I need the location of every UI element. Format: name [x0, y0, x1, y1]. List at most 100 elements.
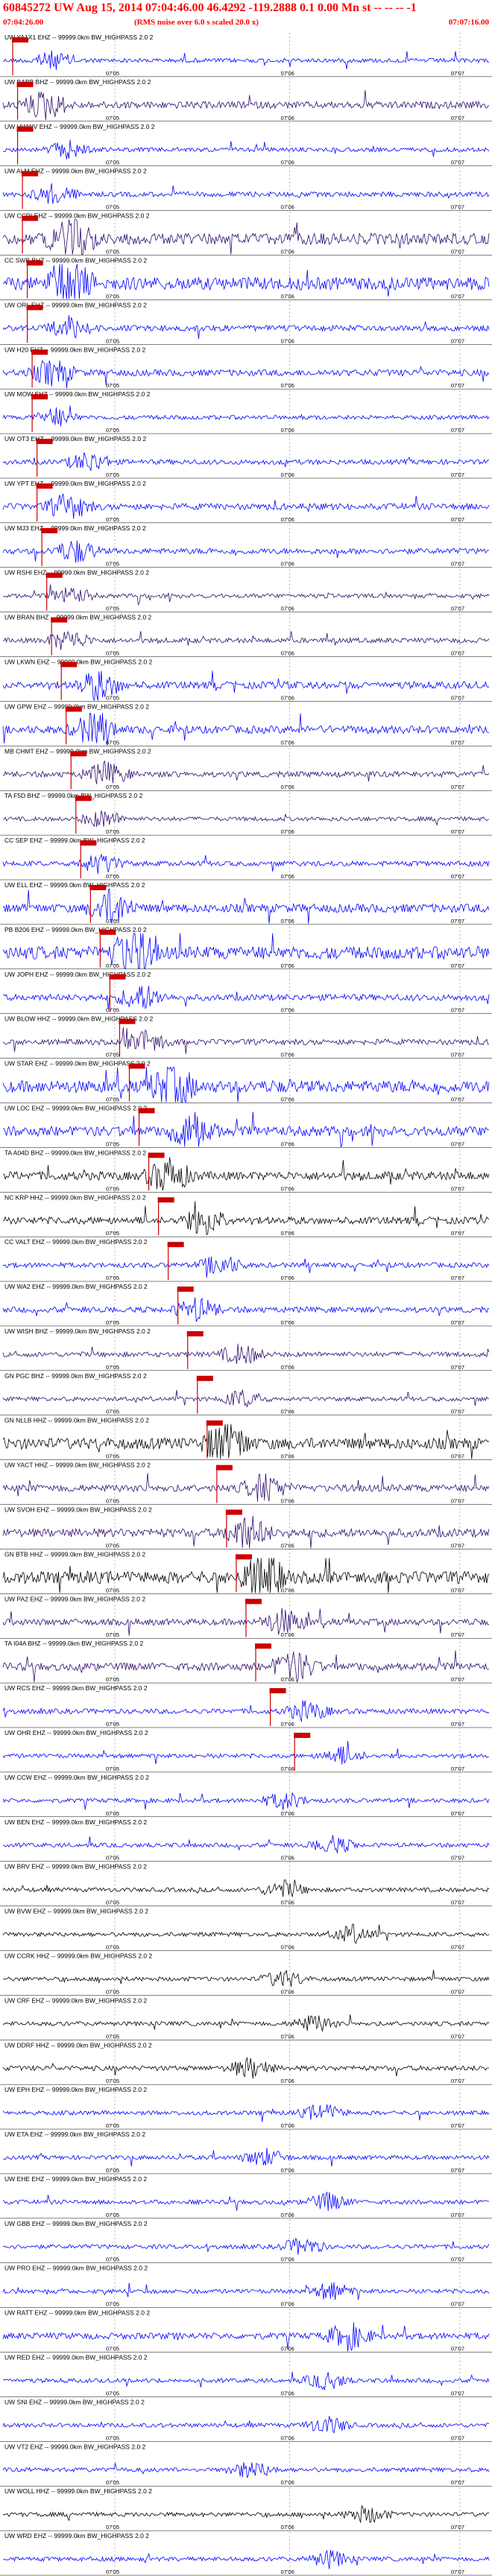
waveform [2, 1650, 490, 1683]
time-tick-label: 07'06 [281, 1364, 294, 1371]
time-tick-label: 07'07 [451, 2212, 464, 2218]
channel-trace: UW BVW EHZ -- 99999.0km BW_HIGHPASS 2.0 … [0, 1908, 492, 1951]
phase-pick-marker [16, 126, 34, 132]
time-tick-label: 07'07 [451, 337, 464, 344]
waveform [2, 1558, 490, 1593]
time-tick-label: 07'06 [281, 1631, 294, 1638]
phase-pick-marker [235, 1554, 252, 1560]
waveform [2, 540, 490, 563]
time-tick-label: 07'07 [451, 1721, 464, 1728]
phase-pick-marker [41, 527, 58, 533]
waveform [2, 2282, 490, 2300]
time-tick-label: 07'05 [106, 606, 119, 612]
waveform [2, 1473, 490, 1502]
time-tick-label: 07'05 [106, 1587, 119, 1593]
waveform [2, 183, 490, 204]
time-tick-label: 07'06 [281, 739, 294, 746]
time-tick-label: 07'07 [451, 1096, 464, 1103]
channel-trace: UW EPH EHZ -- 99999.0km BW_HIGHPASS 2.0 … [0, 2086, 492, 2130]
time-tick-label: 07'06 [281, 1052, 294, 1059]
time-tick-label: 07'07 [451, 739, 464, 746]
channel-label: UW MOW EHZ -- 99999.0km BW_HIGHPASS 2.0 … [4, 390, 151, 398]
time-tick-label: 07'05 [106, 1676, 119, 1683]
time-tick-label: 07'06 [281, 472, 294, 478]
channel-trace: UW WOLL HHZ -- 99999.0km BW_HIGHPASS 2.0… [0, 2487, 492, 2531]
channel-label: GN PGC BHZ -- 99999.0km BW_HIGHPASS 2.0 … [4, 1372, 147, 1380]
time-tick-label: 07'06 [281, 1230, 294, 1237]
channel-label: UW CCRK HHZ -- 99999.0km BW_HIGHPASS 2.0… [4, 1952, 152, 1959]
time-tick-label: 07'05 [106, 2569, 119, 2575]
channel-label: UW PRO EHZ -- 99999.0km BW_HIGHPASS 2.0 … [4, 2265, 148, 2272]
phase-pick-marker [70, 751, 87, 757]
channel-trace: TA A04D BHZ -- 99999.0km BW_HIGHPASS 2.0… [0, 1149, 492, 1193]
time-tick-label: 07'07 [451, 1230, 464, 1237]
time-tick-label: 07'06 [281, 1007, 294, 1014]
channel-trace: UW WISH BHZ -- 99999.0km BW_HIGHPASS 2.0… [0, 1327, 492, 1371]
time-tick-label: 07'07 [451, 1631, 464, 1638]
waveform [2, 1424, 490, 1459]
time-tick-label: 07'05 [106, 694, 119, 701]
channel-label: UW RED EHZ -- 99999.0km BW_HIGHPASS 2.0 … [4, 2354, 148, 2361]
channel-trace: UW WRD EHZ -- 99999.0km BW_HIGHPASS 2.0 … [0, 2532, 492, 2576]
time-tick-label: 07'06 [281, 115, 294, 121]
phase-pick-marker [31, 394, 48, 400]
time-tick-label: 07'06 [281, 2078, 294, 2084]
channel-trace: UW BABB BHZ -- 99999.0km BW_HIGHPASS 2.0… [0, 78, 492, 122]
time-tick-label: 07'06 [281, 784, 294, 790]
phase-pick-marker [225, 1509, 242, 1515]
time-tick-label: 07'05 [106, 650, 119, 657]
channel-label: UW BRAN BHZ -- 99999.0km BW_HIGHPASS 2.0… [4, 614, 152, 621]
channel-trace: UW LOC EHZ -- 99999.0km BW_HIGHPASS 2.0 … [0, 1104, 492, 1148]
time-tick-label: 07'07 [451, 1676, 464, 1683]
channel-label: UW DDRF HHZ -- 99999.0km BW_HIGHPASS 2.0… [4, 2041, 152, 2049]
waveform [2, 2104, 490, 2122]
time-tick-label: 07'05 [106, 2256, 119, 2263]
phase-pick-marker [177, 1287, 194, 1292]
time-tick-label: 07'06 [281, 70, 294, 77]
time-tick-label: 07'05 [106, 1855, 119, 1862]
channel-label: UW SNI EHZ -- 99999.0km BW_HIGHPASS 2.0 … [4, 2398, 145, 2405]
channel-trace: UW BEN EHZ -- 99999.0km BW_HIGHPASS 2.0 … [0, 1818, 492, 1862]
time-tick-label: 07'07 [451, 204, 464, 211]
phase-pick-marker [80, 840, 97, 846]
time-tick-label: 07'06 [281, 1810, 294, 1817]
time-tick-label: 07'06 [281, 1900, 294, 1906]
waveform [2, 2372, 490, 2391]
time-tick-label: 07'05 [106, 2122, 119, 2129]
waveform [2, 1066, 490, 1103]
waveform [2, 405, 490, 427]
channel-trace: UW EHE EHZ -- 99999.0km BW_HIGHPASS 2.0 … [0, 2175, 492, 2219]
time-tick-label: 07'05 [106, 516, 119, 523]
phase-pick-marker [16, 81, 34, 87]
channel-label: CC SEP EHZ -- 99999.0km BW_HIGHPASS 2.0 … [4, 837, 145, 844]
waveform [2, 1835, 490, 1853]
phase-pick-marker [186, 1330, 204, 1336]
time-tick-label: 07'05 [106, 561, 119, 568]
channel-trace: UW YACT HHZ -- 99999.0km BW_HIGHPASS 2.0… [0, 1462, 492, 1505]
time-tick-label: 07'05 [106, 472, 119, 478]
channel-trace: UW CCRI EHZ -- 99999.0km BW_HIGHPASS 2.0… [0, 212, 492, 256]
time-tick-label: 07'07 [451, 1141, 464, 1147]
time-tick-label: 07'05 [106, 1409, 119, 1415]
time-tick-label: 07'06 [281, 2033, 294, 2040]
channel-label: UW ORL EHZ -- 99999.0km BW_HIGHPASS 2.0 … [4, 301, 147, 308]
phase-pick-marker [65, 706, 82, 712]
channel-trace: UW RSHI EHZ -- 99999.0km BW_HIGHPASS 2.0… [0, 569, 492, 612]
channel-trace: UW H20 EHZ -- 99999.0km BW_HIGHPASS 2.0 … [0, 346, 492, 390]
phase-pick-marker [60, 662, 78, 667]
time-tick-label: 07'05 [106, 2167, 119, 2174]
phase-pick-marker [157, 1197, 174, 1203]
channel-trace: UW YA1X1 EHZ -- 99999.0km BW_HIGHPASS 2.… [0, 34, 492, 77]
time-tick-label: 07'07 [451, 1498, 464, 1505]
channel-label: UW RSHI EHZ -- 99999.0km BW_HIGHPASS 2.0… [4, 569, 149, 577]
time-tick-label: 07'05 [106, 337, 119, 344]
time-tick-label: 07'07 [451, 1052, 464, 1059]
time-tick-label: 07'05 [106, 1096, 119, 1103]
time-tick-label: 07'07 [451, 962, 464, 969]
waveform [2, 1923, 490, 1944]
time-tick-label: 07'07 [451, 1988, 464, 1995]
time-tick-label: 07'05 [106, 1185, 119, 1192]
time-tick-label: 07'05 [106, 70, 119, 77]
time-tick-label: 07'05 [106, 2033, 119, 2040]
time-tick-label: 07'07 [451, 561, 464, 568]
